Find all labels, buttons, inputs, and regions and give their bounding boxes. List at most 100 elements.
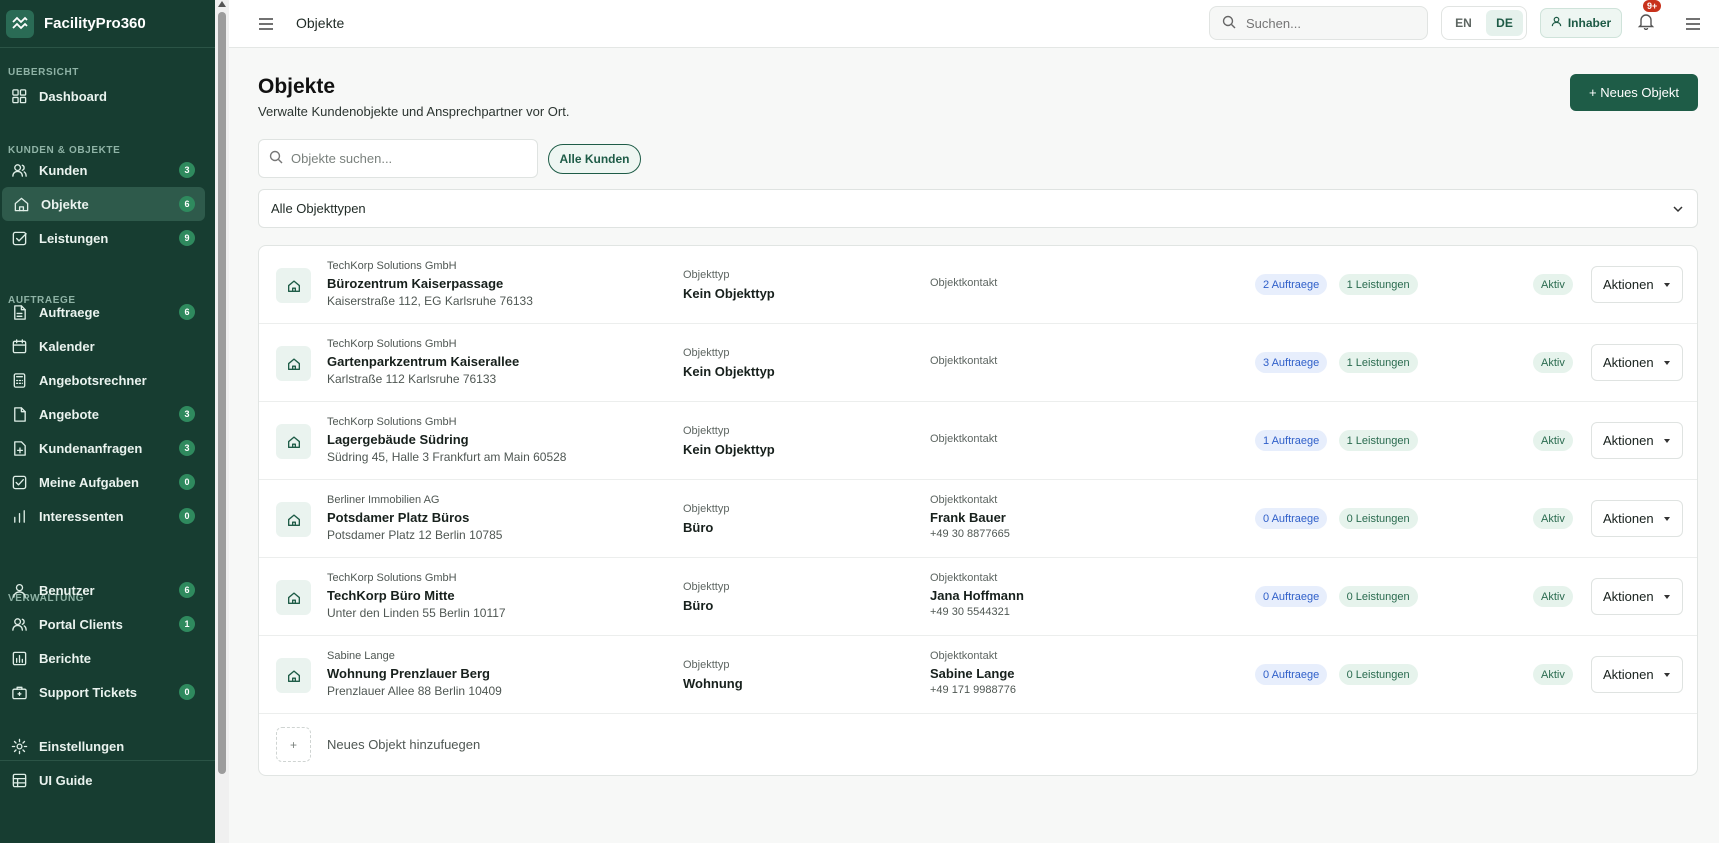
actions-dropdown-button[interactable]: Aktionen bbox=[1591, 422, 1683, 459]
scroll-up-icon[interactable] bbox=[218, 1, 226, 7]
customer-filter-chip[interactable]: Alle Kunden bbox=[548, 144, 641, 174]
object-contact-label: Objektkontakt bbox=[930, 572, 998, 584]
building-icon bbox=[276, 580, 311, 615]
sidebar-item-label: Benutzer bbox=[39, 582, 95, 598]
sidebar-item-interessenten[interactable]: Interessenten 0 bbox=[0, 499, 205, 533]
object-type-value: Alle Objekttypen bbox=[271, 201, 366, 216]
sidebar-item-support-tickets[interactable]: Support Tickets 0 bbox=[0, 675, 205, 709]
contact-name: Sabine Lange bbox=[930, 666, 1015, 681]
object-customer: Berliner Immobilien AG bbox=[327, 494, 440, 506]
object-search[interactable] bbox=[258, 139, 538, 178]
sidebar-item-kundenanfragen[interactable]: Kundenanfragen 3 bbox=[0, 431, 205, 465]
menu-icon[interactable] bbox=[1684, 15, 1702, 33]
status-badge: Aktiv bbox=[1533, 508, 1573, 529]
orders-badge: 0 Auftraege bbox=[1255, 508, 1328, 529]
services-badge: 1 Leistungen bbox=[1338, 352, 1418, 373]
actions-dropdown-button[interactable]: Aktionen bbox=[1591, 344, 1683, 381]
caret-down-icon bbox=[1664, 361, 1670, 365]
object-address: Südring 45, Halle 3 Frankfurt am Main 60… bbox=[327, 450, 567, 464]
add-object-label: Neues Objekt hinzufuegen bbox=[327, 737, 481, 752]
sidebar-item-ui-guide[interactable]: UI Guide bbox=[0, 763, 205, 797]
bar-chart-icon bbox=[11, 508, 28, 525]
page-subtitle: Verwalte Kundenobjekte und Ansprechpartn… bbox=[258, 104, 570, 119]
sidebar-item-benutzer[interactable]: Benutzer 6 bbox=[0, 573, 205, 607]
object-name[interactable]: Gartenparkzentrum Kaiserallee bbox=[327, 354, 519, 369]
actions-dropdown-button[interactable]: Aktionen bbox=[1591, 500, 1683, 537]
sidebar-item-label: Interessenten bbox=[39, 508, 124, 524]
status-badge: Aktiv bbox=[1533, 664, 1573, 685]
object-type-select[interactable]: Alle Objekttypen bbox=[258, 189, 1698, 228]
sidebar-badge: 0 bbox=[179, 684, 195, 700]
table-row[interactable]: Berliner Immobilien AG Potsdamer Platz Bü… bbox=[259, 480, 1697, 558]
actions-dropdown-button[interactable]: Aktionen bbox=[1591, 578, 1683, 615]
add-object-row[interactable]: + Neues Objekt hinzufuegen bbox=[259, 714, 1697, 774]
actions-dropdown-button[interactable]: Aktionen bbox=[1591, 266, 1683, 303]
calculator-icon bbox=[11, 372, 28, 389]
sidebar-item-auftraege[interactable]: Auftraege 6 bbox=[0, 295, 205, 329]
sidebar-item-label: Kundenanfragen bbox=[39, 440, 143, 456]
bell-icon[interactable] bbox=[1637, 12, 1657, 32]
sidebar-item-label: Kalender bbox=[39, 338, 95, 354]
orders-badge: 0 Auftraege bbox=[1255, 586, 1328, 607]
scrollbar[interactable] bbox=[215, 0, 229, 843]
sidebar: FacilityPro360 UEBERSICHT KUNDEN & OBJEK… bbox=[0, 0, 215, 843]
new-object-button[interactable]: + Neues Objekt bbox=[1570, 74, 1698, 111]
lang-de-button[interactable]: DE bbox=[1486, 10, 1523, 36]
sidebar-item-objekte[interactable]: Objekte 6 bbox=[2, 187, 205, 221]
object-search-input[interactable] bbox=[291, 151, 531, 166]
sidebar-badge: 6 bbox=[179, 304, 195, 320]
table-icon bbox=[11, 772, 28, 789]
object-type-label: Objekttyp bbox=[683, 269, 730, 281]
sidebar-item-berichte[interactable]: Berichte bbox=[0, 641, 205, 675]
sidebar-item-angebotsrechner[interactable]: Angebotsrechner bbox=[0, 363, 205, 397]
caret-down-icon bbox=[1664, 595, 1670, 599]
global-search[interactable] bbox=[1209, 6, 1428, 40]
services-badge: 1 Leistungen bbox=[1338, 274, 1418, 295]
sidebar-item-einstellungen[interactable]: Einstellungen bbox=[0, 729, 205, 763]
sidebar-badge: 9 bbox=[179, 230, 195, 246]
sidebar-item-dashboard[interactable]: Dashboard bbox=[0, 79, 205, 113]
building-icon bbox=[276, 424, 311, 459]
section-uebersicht: UEBERSICHT bbox=[8, 67, 80, 78]
brand[interactable]: FacilityPro360 bbox=[0, 0, 215, 48]
search-icon bbox=[269, 150, 283, 167]
object-customer: TechKorp Solutions GmbH bbox=[327, 338, 457, 350]
object-name[interactable]: TechKorp Büro Mitte bbox=[327, 588, 455, 603]
page-title: Objekte bbox=[258, 75, 336, 98]
building-icon bbox=[276, 658, 311, 693]
caret-down-icon bbox=[1664, 283, 1670, 287]
object-address: Kaiserstraße 112, EG Karlsruhe 76133 bbox=[327, 294, 533, 308]
object-name[interactable]: Bürozentrum Kaiserpassage bbox=[327, 276, 503, 291]
object-type-label: Objekttyp bbox=[683, 503, 730, 515]
object-name[interactable]: Lagergebäude Südring bbox=[327, 432, 469, 447]
role-button[interactable]: Inhaber bbox=[1540, 8, 1622, 38]
sidebar-item-meine-aufgaben[interactable]: Meine Aufgaben 0 bbox=[0, 465, 205, 499]
object-contact-label: Objektkontakt bbox=[930, 277, 998, 289]
object-type-label: Objekttyp bbox=[683, 347, 730, 359]
sidebar-item-angebote[interactable]: Angebote 3 bbox=[0, 397, 205, 431]
lang-en-button[interactable]: EN bbox=[1445, 10, 1482, 36]
actions-label: Aktionen bbox=[1603, 511, 1654, 526]
table-row[interactable]: TechKorp Solutions GmbH Gartenparkzentrum… bbox=[259, 324, 1697, 402]
object-name[interactable]: Wohnung Prenzlauer Berg bbox=[327, 666, 490, 681]
table-row[interactable]: TechKorp Solutions GmbH Lagergebäude Südr… bbox=[259, 402, 1697, 480]
status-badge: Aktiv bbox=[1533, 274, 1573, 295]
sidebar-item-kunden[interactable]: Kunden 3 bbox=[0, 153, 205, 187]
object-type-label: Objekttyp bbox=[683, 581, 730, 593]
sidebar-item-label: Leistungen bbox=[39, 230, 109, 246]
object-type-value: Kein Objekttyp bbox=[683, 442, 775, 457]
actions-label: Aktionen bbox=[1603, 433, 1654, 448]
sidebar-item-leistungen[interactable]: Leistungen 9 bbox=[0, 221, 205, 255]
object-type-value: Büro bbox=[683, 598, 714, 613]
table-row[interactable]: Sabine Lange Wohnung Prenzlauer Berg Prenz… bbox=[259, 636, 1697, 714]
sidebar-item-portal-clients[interactable]: Portal Clients 1 bbox=[0, 607, 205, 641]
hamburger-icon[interactable] bbox=[257, 15, 275, 33]
actions-dropdown-button[interactable]: Aktionen bbox=[1591, 656, 1683, 693]
sidebar-item-label: Angebote bbox=[39, 406, 99, 422]
scroll-thumb[interactable] bbox=[218, 12, 226, 774]
object-name[interactable]: Potsdamer Platz Büros bbox=[327, 510, 469, 525]
table-row[interactable]: TechKorp Solutions GmbH Bürozentrum Kaise… bbox=[259, 246, 1697, 324]
table-row[interactable]: TechKorp Solutions GmbH TechKorp Büro Mit… bbox=[259, 558, 1697, 636]
sidebar-item-kalender[interactable]: Kalender bbox=[0, 329, 205, 363]
global-search-input[interactable] bbox=[1246, 15, 1406, 31]
